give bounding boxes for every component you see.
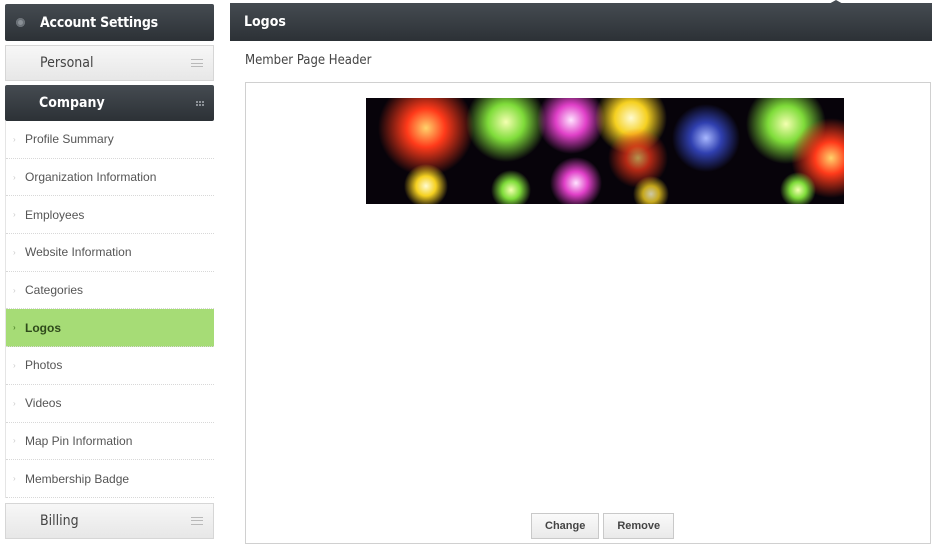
section-label: Member Page Header <box>245 53 372 68</box>
page-title: Logos <box>244 14 286 30</box>
bullet-icon: › <box>13 210 16 220</box>
section-personal-label: Personal <box>40 55 94 71</box>
section-personal[interactable]: Personal <box>5 45 214 81</box>
remove-button[interactable]: Remove <box>603 513 675 539</box>
section-company-label: Company <box>39 95 105 111</box>
sidebar-item-videos[interactable]: › Videos <box>6 385 214 423</box>
sidebar-item-label: Videos <box>25 396 62 411</box>
sidebar: Account Settings Personal Company › Profi… <box>5 4 214 539</box>
sidebar-item-membership-badge[interactable]: › Membership Badge <box>6 460 214 498</box>
sidebar-item-organization-information[interactable]: › Organization Information <box>6 159 214 197</box>
section-billing[interactable]: Billing <box>5 502 214 539</box>
bullet-icon: › <box>13 247 16 257</box>
bullet-icon: › <box>13 360 16 370</box>
section-billing-label: Billing <box>40 512 79 529</box>
sidebar-item-label: Membership Badge <box>25 471 130 486</box>
fireworks-image <box>366 98 844 204</box>
bullet-icon: › <box>13 285 16 295</box>
sidebar-item-label: Categories <box>25 283 84 298</box>
settings-icon <box>16 18 25 27</box>
sidebar-item-employees[interactable]: › Employees <box>6 196 214 235</box>
bullet-icon: › <box>13 172 16 182</box>
sidebar-item-label: Profile Summary <box>25 132 114 147</box>
grid-icon <box>196 100 204 106</box>
company-nav: › Profile Summary › Organization Informati… <box>5 121 214 498</box>
sidebar-item-label: Organization Information <box>25 170 157 185</box>
sidebar-item-label: Logos <box>25 320 61 335</box>
sidebar-item-profile-summary[interactable]: › Profile Summary <box>6 121 214 159</box>
account-settings-header[interactable]: Account Settings <box>5 4 214 41</box>
sidebar-item-label: Map Pin Information <box>25 433 133 448</box>
bullet-icon: › <box>13 398 16 408</box>
sidebar-item-map-pin-information[interactable]: › Map Pin Information <box>6 423 214 461</box>
bullet-icon: › <box>13 474 16 484</box>
account-settings-title: Account Settings <box>40 14 158 31</box>
sidebar-item-label: Photos <box>25 358 63 373</box>
sidebar-item-website-information[interactable]: › Website Information <box>6 234 214 272</box>
sidebar-item-categories[interactable]: › Categories <box>6 272 214 310</box>
button-row: Change Remove <box>531 513 675 539</box>
bullet-icon: › <box>13 323 16 333</box>
menu-icon <box>191 516 203 525</box>
section-company[interactable]: Company <box>5 85 214 121</box>
sidebar-item-label: Website Information <box>25 245 132 260</box>
bullet-icon: › <box>13 134 16 144</box>
sidebar-item-photos[interactable]: › Photos <box>6 347 214 385</box>
header-image <box>366 98 844 204</box>
sidebar-item-label: Employees <box>25 207 85 222</box>
change-button[interactable]: Change <box>531 513 600 539</box>
page-header: Logos <box>230 3 932 41</box>
bullet-icon: › <box>13 436 16 446</box>
logo-panel: Change Remove <box>245 82 931 544</box>
sidebar-item-logos[interactable]: › Logos <box>6 309 214 348</box>
menu-icon <box>191 59 203 67</box>
